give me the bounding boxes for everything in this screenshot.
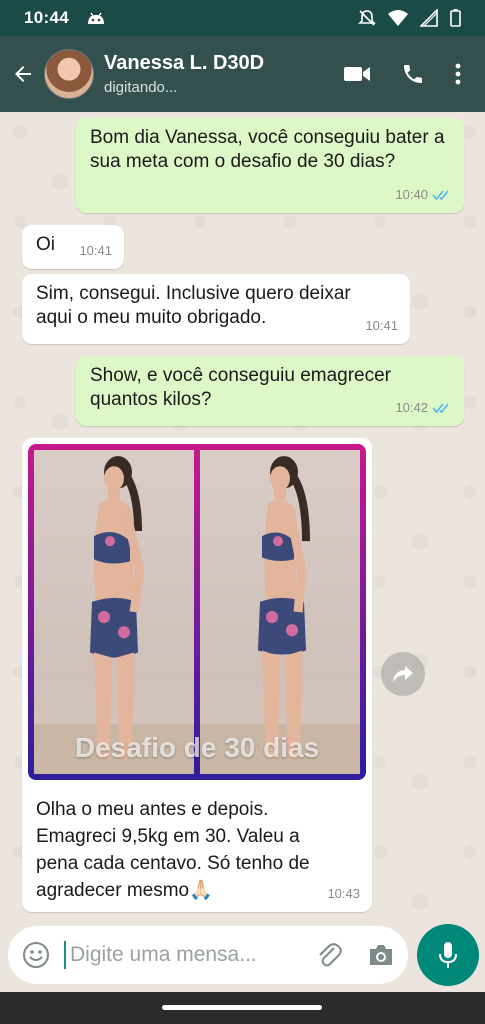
message-time: 10:43 (327, 886, 360, 901)
message-time: 10:42 (395, 400, 428, 415)
forward-icon (393, 666, 413, 682)
mute-icon (358, 10, 376, 26)
message-composer: Digite uma mensa... (8, 926, 408, 984)
message-incoming[interactable]: Sim, consegui. Inclusive quero deixar aq… (22, 274, 410, 344)
wifi-icon (388, 10, 408, 26)
system-nav-bar (0, 992, 485, 1024)
message-incoming[interactable]: Oi 10:41 (22, 225, 124, 269)
chat-header: Vanessa L. D30D digitando... (0, 36, 485, 112)
message-text: Olha o meu antes e depois. Emagreci 9,5k… (36, 799, 310, 901)
status-time: 10:44 (24, 8, 69, 27)
before-photo (34, 450, 194, 774)
status-bar: 10:44 (0, 0, 485, 36)
photo-caption: Desafio de 30 dias (74, 732, 320, 763)
avatar[interactable] (44, 49, 94, 99)
more-vert-icon[interactable] (455, 63, 461, 85)
message-time: 10:40 (395, 187, 428, 202)
signal-icon (420, 9, 438, 27)
mic-icon (439, 942, 457, 968)
message-incoming-image[interactable]: Desafio de 30 dias Olha o meu antes e de… (22, 438, 372, 912)
emoji-icon[interactable] (22, 941, 50, 969)
android-robot-icon (87, 12, 104, 24)
video-call-icon[interactable] (343, 64, 371, 84)
read-ticks-icon (432, 190, 449, 201)
message-photo[interactable]: Desafio de 30 dias (28, 444, 366, 780)
message-time: 10:41 (365, 318, 398, 333)
contact-status: digitando... (104, 79, 178, 96)
phone-icon[interactable] (401, 62, 425, 86)
battery-icon (450, 9, 461, 27)
message-text: Bom dia Vanessa, você conseguiu bater a … (90, 127, 445, 172)
back-button[interactable] (2, 62, 44, 86)
message-outgoing[interactable]: Show, e você conseguiu emagrecer quantos… (76, 356, 464, 426)
attach-icon[interactable] (316, 942, 342, 968)
home-gesture-pill[interactable] (162, 1005, 322, 1010)
message-text: Sim, consegui. Inclusive quero deixar aq… (36, 283, 351, 328)
message-input[interactable]: Digite uma mensa... (64, 941, 316, 969)
camera-icon[interactable] (368, 944, 394, 966)
back-arrow-icon (15, 66, 31, 82)
message-time: 10:41 (79, 243, 112, 258)
forward-button[interactable] (381, 652, 425, 696)
message-outgoing[interactable]: Bom dia Vanessa, você conseguiu bater a … (76, 118, 464, 213)
read-ticks-icon (432, 403, 449, 414)
contact-name: Vanessa L. D30D (104, 52, 265, 74)
mic-button[interactable] (417, 924, 479, 986)
contact-info[interactable]: Vanessa L. D30D digitando... (104, 52, 264, 96)
after-photo (200, 450, 360, 774)
